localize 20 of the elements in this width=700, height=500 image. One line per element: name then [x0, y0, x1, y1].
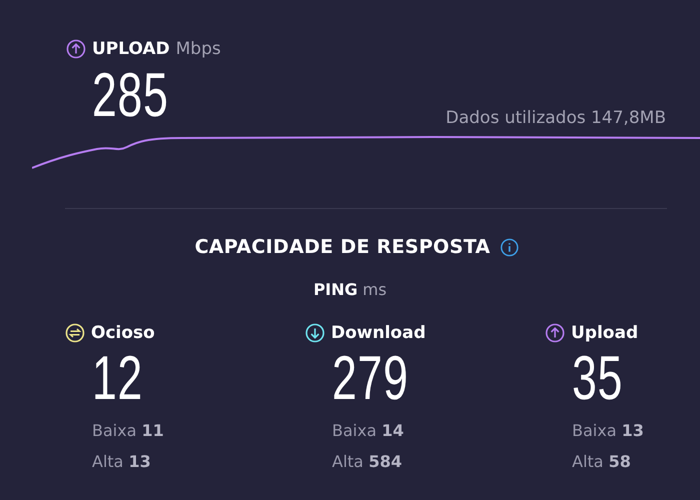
high-stat: Alta 584: [332, 452, 403, 471]
low-stat: Baixa 13: [572, 421, 645, 440]
ping-label: PING: [313, 280, 358, 299]
unit-label: Mbps: [176, 39, 221, 59]
metric-label: Upload: [571, 323, 638, 343]
low-stat: Baixa 14: [332, 421, 405, 440]
metric-label: Ocioso: [91, 323, 155, 343]
ping-value: 279: [332, 351, 409, 407]
low-stat: Baixa 11: [92, 421, 165, 440]
high-stat: Alta 58: [572, 452, 632, 471]
data-used-label: Dados utilizados 147,8MB: [446, 108, 666, 128]
upload-label: UPLOAD: [92, 39, 170, 59]
ping-value: 35: [572, 351, 624, 407]
metric-label: Download: [331, 323, 426, 343]
high-stat: Alta 13: [92, 452, 152, 471]
info-icon[interactable]: [500, 238, 520, 256]
section-title: CAPACIDADE DE RESPOSTA: [194, 236, 490, 258]
upload-speed: 285: [92, 68, 169, 124]
ping-unit: ms: [362, 280, 387, 299]
ping-value: 12: [92, 351, 144, 407]
